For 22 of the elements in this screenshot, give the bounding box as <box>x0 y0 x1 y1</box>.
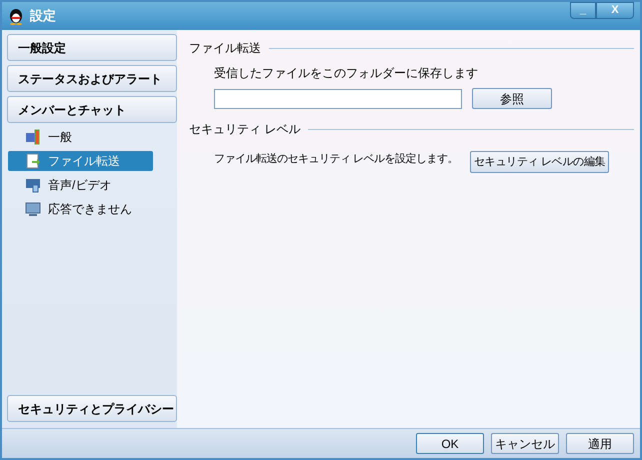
sidebar-section-button[interactable]: ステータスおよびアラート <box>7 65 177 92</box>
monitor-icon <box>25 201 41 217</box>
browse-button[interactable]: 参照 <box>472 88 552 109</box>
sidebar-item[interactable]: 音声/ビデオ <box>8 175 153 195</box>
sidebar-section-button[interactable]: 一般設定 <box>7 34 177 61</box>
penguin-icon <box>8 8 24 24</box>
section-title: ファイル転送 <box>189 40 261 57</box>
sidebar-item[interactable]: ファイル転送 <box>8 151 153 171</box>
section-title: セキュリティ レベル <box>189 121 300 138</box>
apply-button[interactable]: 適用 <box>566 433 634 454</box>
sidebar-section-button[interactable]: セキュリティとプライバシー <box>7 395 177 422</box>
sidebar-item[interactable]: 応答できません <box>8 199 153 219</box>
folder-label: 受信したファイルをこのフォルダーに保存します <box>214 65 479 82</box>
sidebar-section-button[interactable]: メンバーとチャット <box>7 96 177 123</box>
window-title: 設定 <box>30 7 56 26</box>
file-transfer-icon <box>25 153 41 169</box>
edit-security-button[interactable]: セキュリティ レベルの編集 <box>470 151 610 173</box>
folder-path-field[interactable] <box>214 88 462 108</box>
security-description: ファイル転送のセキュリティ レベルを設定します。 <box>214 152 460 167</box>
sidebar-item[interactable]: 一般 <box>8 127 153 147</box>
cancel-button[interactable]: キャンセル <box>491 433 559 454</box>
ok-button[interactable]: OK <box>416 433 484 454</box>
